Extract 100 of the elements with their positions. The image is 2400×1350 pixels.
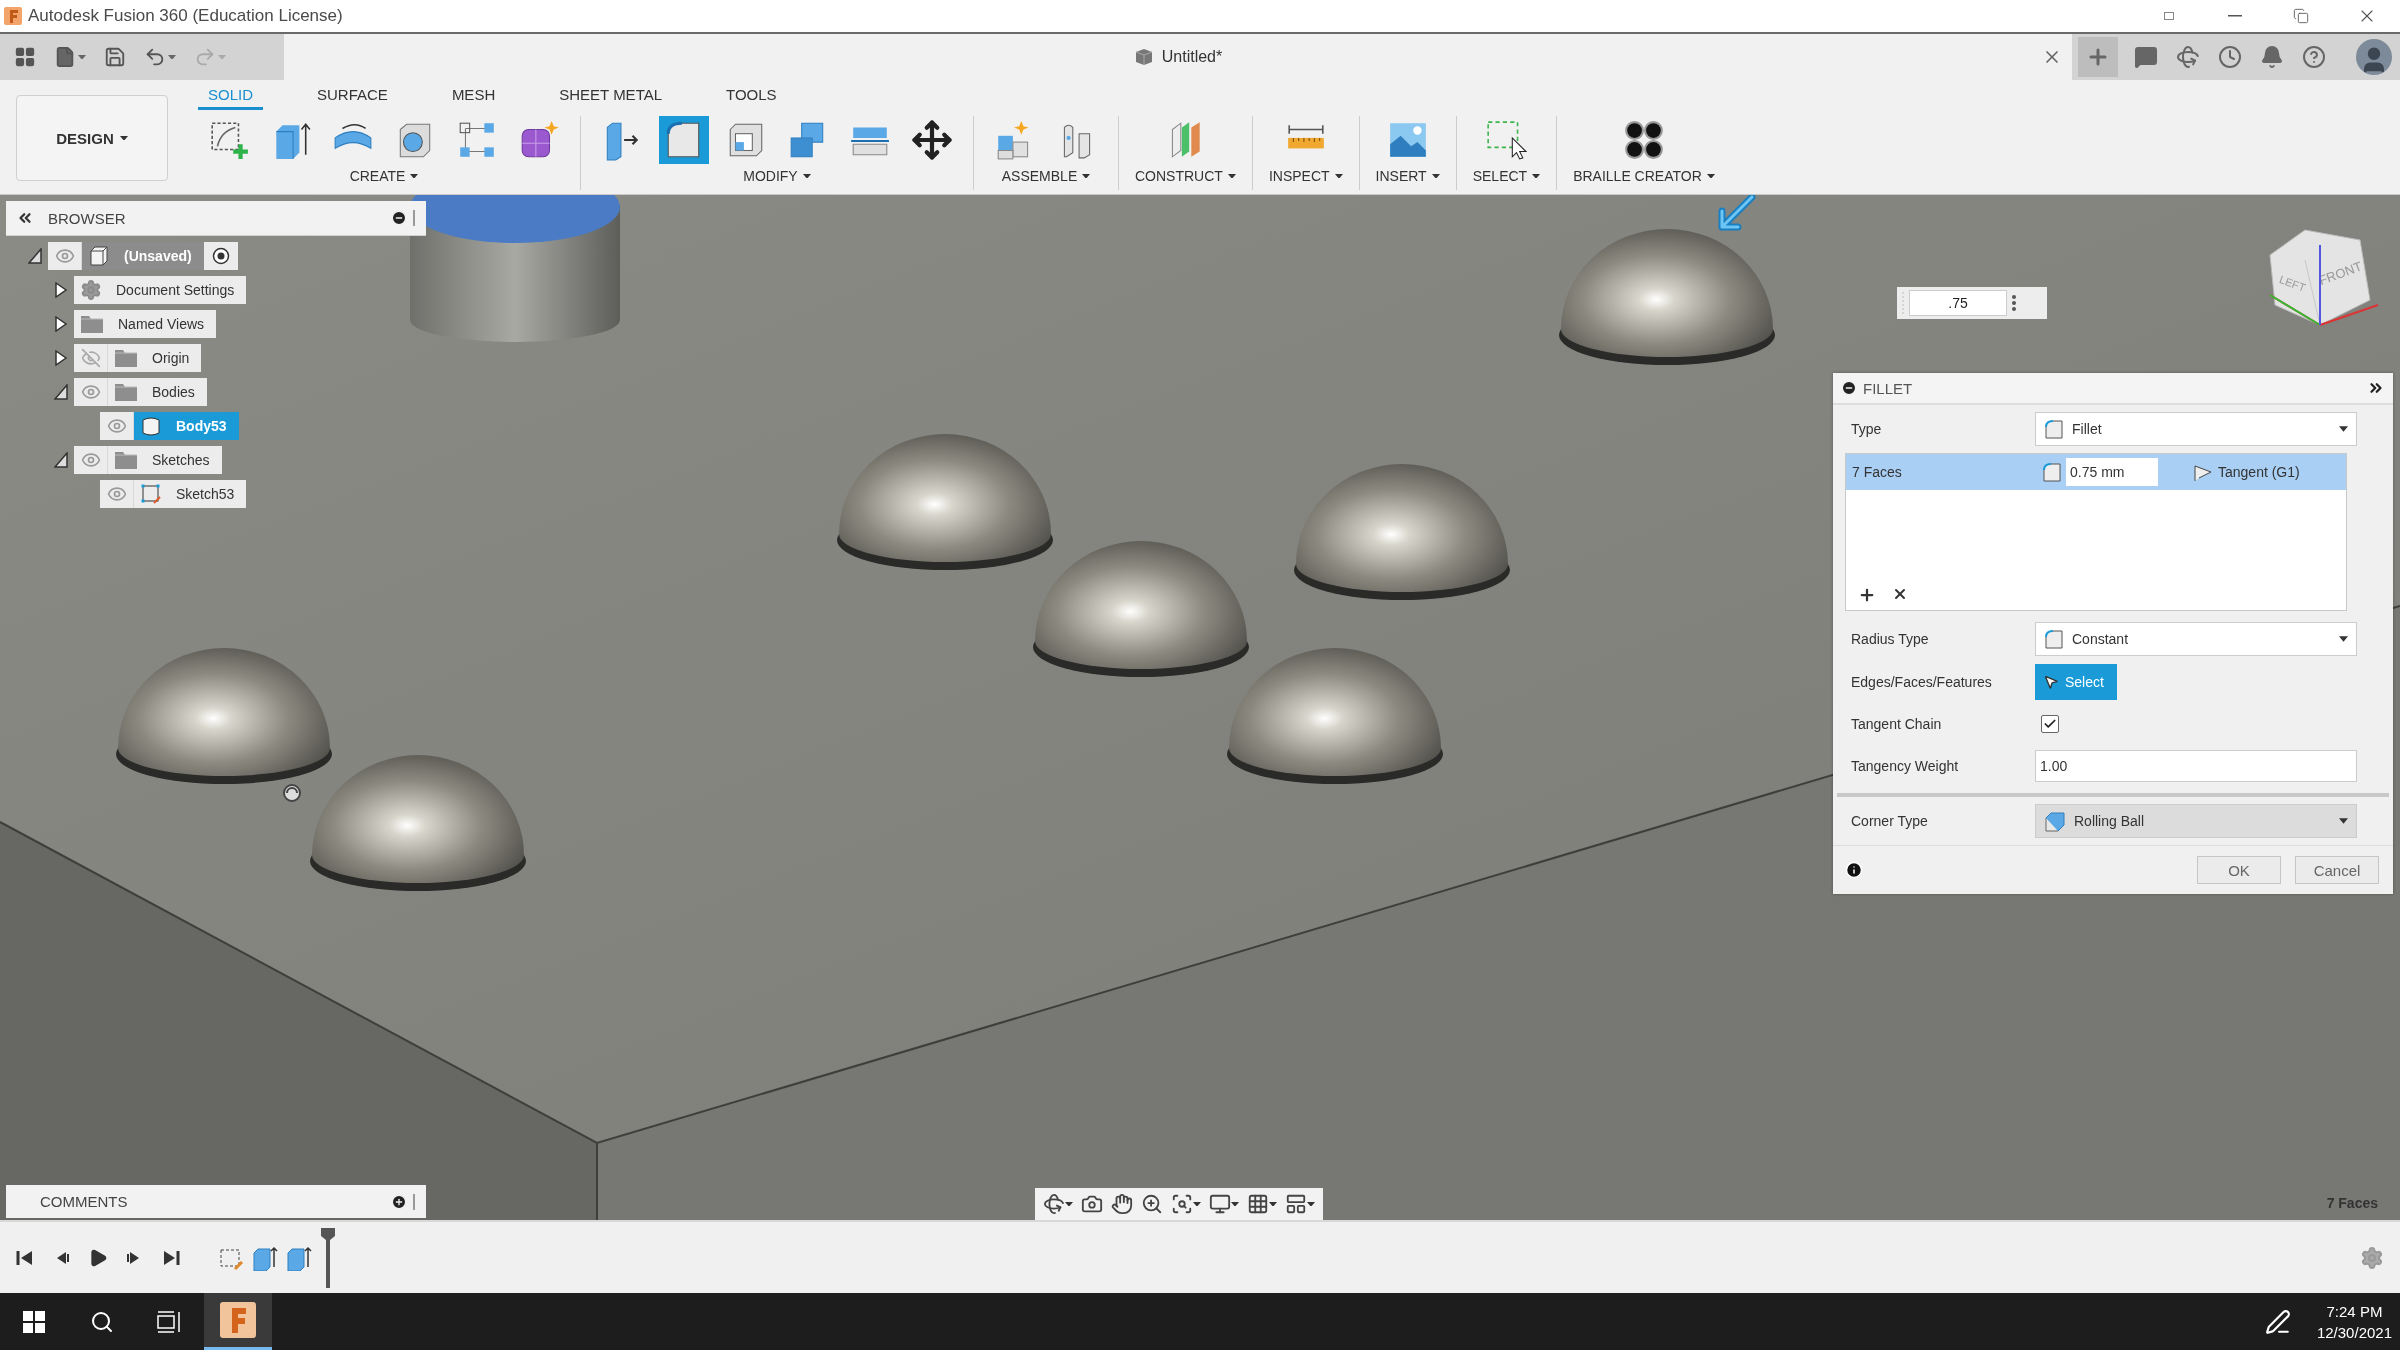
caret-icon	[119, 135, 128, 141]
minus-circle-icon	[391, 210, 407, 226]
more-options-icon	[2011, 294, 2017, 312]
checkbox[interactable]	[2041, 715, 2059, 733]
viewports-button[interactable]	[1285, 1193, 1315, 1215]
tool-group-menu[interactable]: INSPECT	[1268, 168, 1343, 184]
expanded-triangle-icon	[28, 248, 42, 264]
extensions-button[interactable]	[2174, 43, 2202, 71]
sketch-plus-icon	[208, 119, 250, 161]
orbit-icon	[2176, 45, 2200, 69]
eye-icon	[54, 246, 75, 266]
cube-icon	[1133, 47, 1154, 67]
skip-start-icon	[16, 1248, 34, 1267]
ribbon-tab[interactable]: TOOLS	[716, 86, 787, 110]
document-tab[interactable]: Untitled*	[1133, 47, 1223, 67]
timeline-feature[interactable]	[286, 1244, 312, 1271]
collapsed-triangle-icon	[55, 316, 67, 332]
tree-item[interactable]: Document Settings	[74, 276, 247, 304]
app-logo-icon	[220, 1302, 256, 1338]
rounded-corner-icon	[2044, 419, 2064, 439]
clock-date: 12/30/2021	[2316, 1323, 2392, 1341]
go-to-start-button[interactable]	[16, 1248, 34, 1267]
plus-icon	[1858, 586, 1876, 604]
radius-input[interactable]: 0.75 mm	[2066, 458, 2158, 486]
restore-icon	[2293, 8, 2309, 24]
play-button[interactable]	[88, 1247, 108, 1268]
profile-avatar[interactable]	[2356, 39, 2392, 75]
tool-group-menu[interactable]: INSERT	[1375, 168, 1440, 184]
file-icon	[54, 46, 76, 68]
app-taskbar-button[interactable]	[204, 1293, 272, 1350]
tool-group-menu[interactable]: CONSTRUCT	[1135, 168, 1236, 184]
add-button[interactable]	[1858, 586, 1876, 604]
undo-icon	[144, 46, 166, 68]
go-to-end-button[interactable]	[162, 1248, 180, 1267]
caret-icon	[410, 173, 419, 179]
dimension-input[interactable]: .75	[1909, 290, 2007, 316]
orbit-button[interactable]	[1043, 1193, 1073, 1215]
workspace-menu[interactable]: DESIGN	[16, 95, 168, 181]
ribbon-tab[interactable]: SURFACE	[307, 86, 398, 110]
dialog-button[interactable]: OK	[2197, 856, 2281, 884]
braille-dots-icon	[1622, 119, 1665, 161]
tree-item[interactable]: Sketch53	[134, 480, 247, 508]
settings-icon	[2360, 1245, 2384, 1270]
caret-icon	[1334, 173, 1343, 179]
caret-icon	[1706, 173, 1715, 179]
new-tab-button[interactable]	[2078, 37, 2118, 77]
type-dropdown[interactable]: Fillet	[2035, 412, 2357, 446]
radius-type-dropdown[interactable]: Constant	[2035, 622, 2357, 656]
eye-icon	[106, 416, 127, 436]
window-title: Autodesk Fusion 360 (Education License)	[28, 6, 343, 26]
help-button[interactable]	[2300, 43, 2328, 71]
tangent-curve-icon	[2192, 462, 2214, 482]
selection-row[interactable]: 7 Faces 0.75 mm Tangent (G1)	[1846, 454, 2346, 490]
collapsed-triangle-icon	[55, 350, 67, 366]
caret-icon	[1431, 173, 1440, 179]
rounded-corner-icon	[2042, 462, 2062, 482]
corner-box-icon	[2044, 810, 2066, 832]
grid-settings-button[interactable]	[1247, 1193, 1277, 1215]
tool-group-menu[interactable]: BRAILLE CREATOR	[1573, 168, 1715, 184]
number-input[interactable]: 1.00	[2035, 750, 2357, 782]
skip-end-icon	[162, 1248, 180, 1267]
pen-icon	[2264, 1308, 2291, 1335]
camera-icon	[1081, 1193, 1103, 1215]
tool-group-menu[interactable]: SELECT	[1472, 168, 1541, 184]
caret-icon	[1307, 1201, 1315, 1207]
selection-box-cursor-icon	[1485, 119, 1528, 161]
redo-icon	[194, 46, 216, 68]
field-label: Tangency Weight	[1851, 758, 1960, 774]
play-icon	[88, 1247, 108, 1268]
cube-icon	[88, 245, 110, 267]
ribbon-tab[interactable]: MESH	[441, 86, 506, 110]
eye-icon	[106, 484, 127, 504]
ribbon-tab[interactable]: SHEET METAL	[549, 86, 673, 110]
tree-item[interactable]: Bodies	[108, 378, 207, 406]
minus-circle-icon	[1841, 380, 1857, 396]
box-arrow-icon	[252, 1244, 278, 1271]
tree-item[interactable]: Sketches	[108, 446, 222, 474]
expanded-triangle-icon	[54, 452, 68, 468]
corner-type-dropdown[interactable]: Rolling Ball	[2035, 804, 2357, 838]
task-view-icon	[157, 1310, 183, 1333]
display-settings-button[interactable]	[1209, 1193, 1239, 1215]
tree-item[interactable]: Named Views	[74, 310, 217, 338]
fit-button[interactable]	[1171, 1193, 1201, 1215]
tool-group-menu[interactable]: ASSEMBLE	[1001, 168, 1091, 184]
grid-icon	[1247, 1193, 1269, 1215]
box-arrow-icon	[286, 1244, 312, 1271]
monitor-icon	[1209, 1193, 1231, 1215]
tool-group-menu[interactable]: CREATE	[349, 168, 419, 184]
remove-icon	[1892, 586, 1908, 602]
dialog-button[interactable]: Cancel	[2295, 856, 2379, 884]
job-status-button[interactable]	[2216, 43, 2244, 71]
look-at-button[interactable]	[1081, 1193, 1103, 1215]
pan-button[interactable]	[1111, 1193, 1133, 1215]
tool-group-menu[interactable]: MODIFY	[743, 168, 811, 184]
zoom-button[interactable]	[1141, 1193, 1163, 1215]
caret-icon	[218, 54, 226, 60]
tree-item[interactable]: Origin	[108, 344, 202, 372]
caret-icon	[1227, 173, 1236, 179]
timeline-feature[interactable]	[252, 1244, 278, 1271]
rounded-corner-icon	[2044, 629, 2064, 649]
